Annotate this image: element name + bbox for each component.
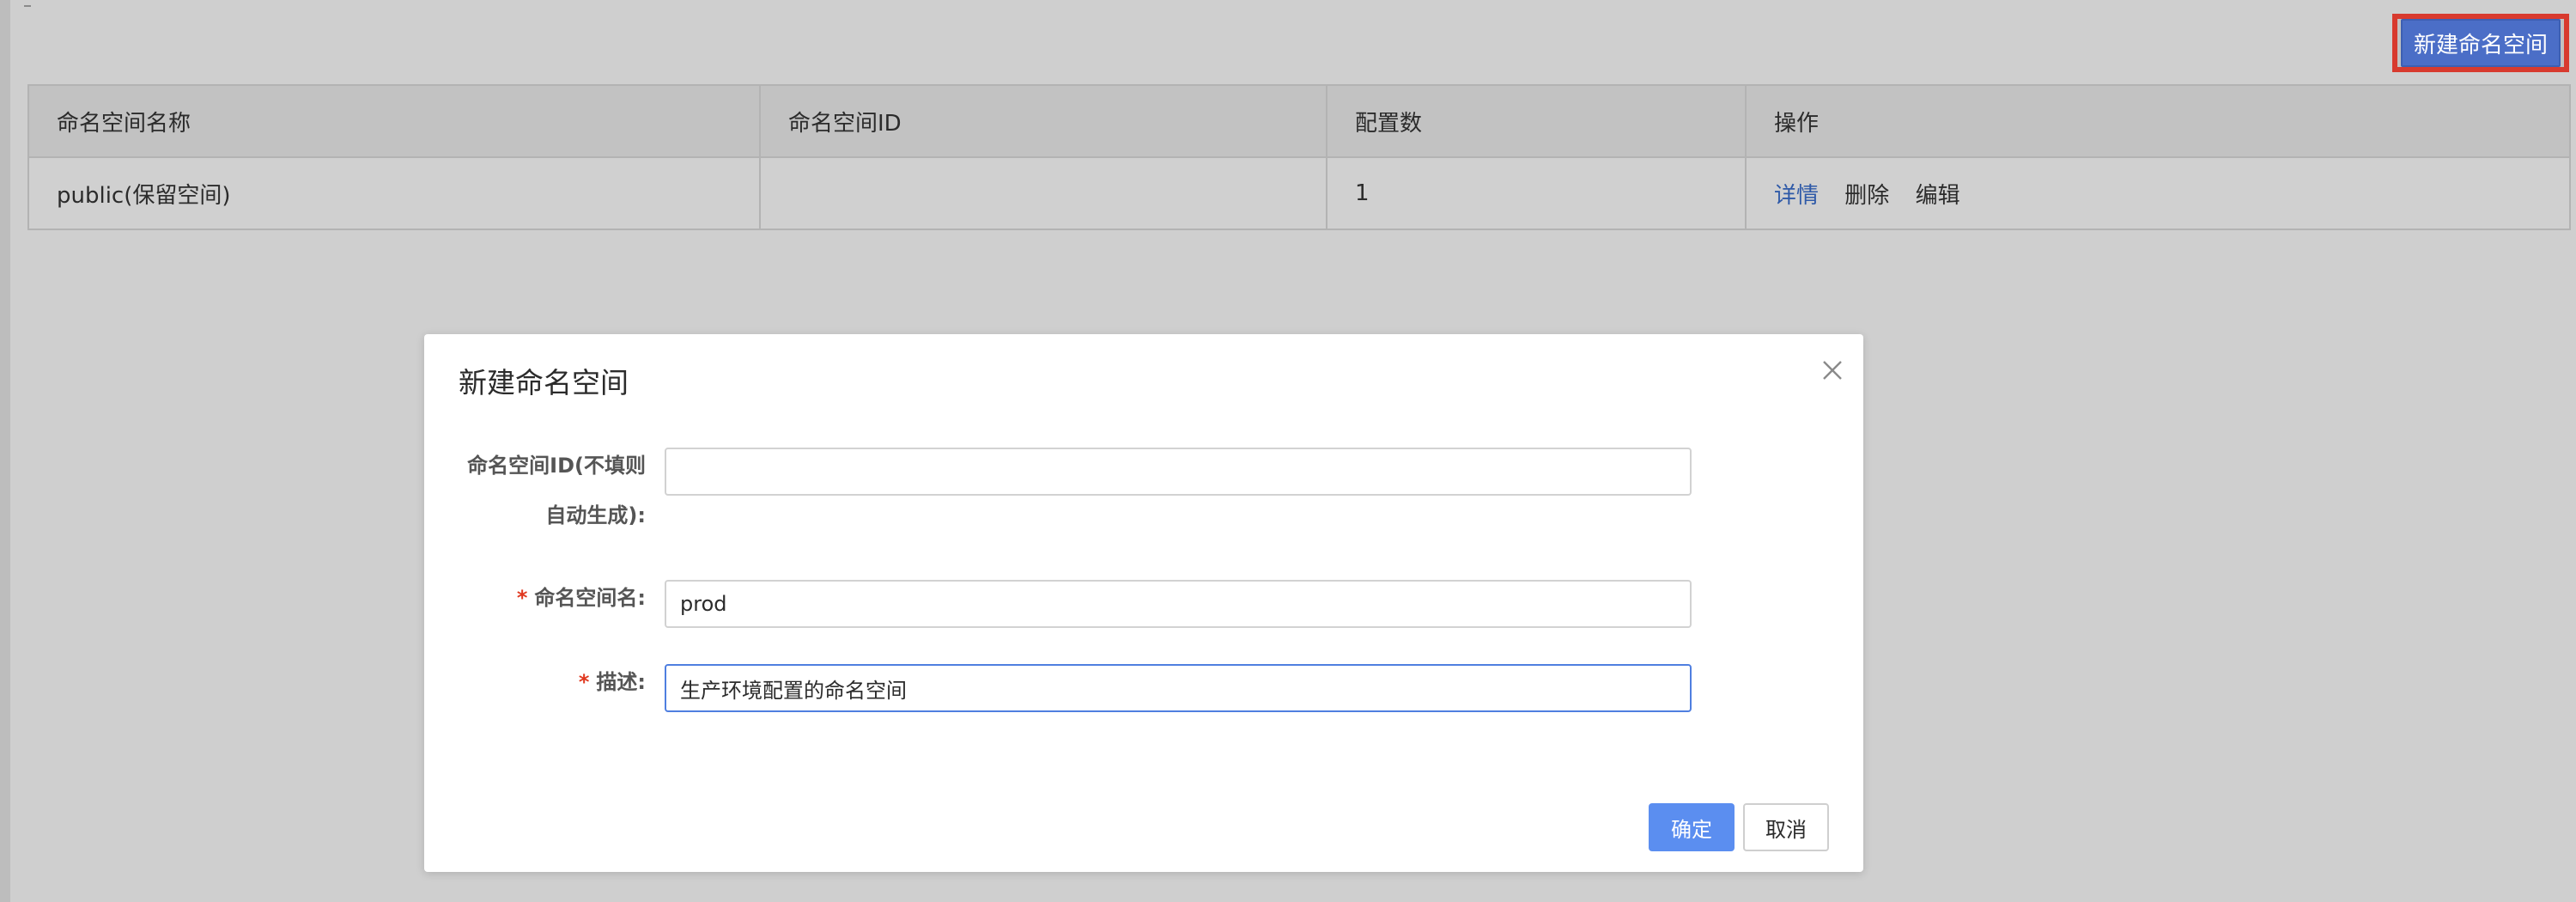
namespace-table: 命名空间名称 命名空间ID 配置数 操作 public(保留空间) 1 详情 删… bbox=[27, 84, 2571, 230]
namespace-id-label-line1: 命名空间ID(不填则 bbox=[467, 454, 646, 478]
edit-link[interactable]: 编辑 bbox=[1916, 183, 1960, 209]
namespace-name-label: * 命名空间名: bbox=[450, 576, 646, 619]
top-edge-mark bbox=[24, 0, 31, 7]
column-header-name: 命名空间名称 bbox=[27, 84, 761, 158]
column-header-config-count: 配置数 bbox=[1326, 84, 1747, 158]
namespace-name-label-text: 命名空间名: bbox=[534, 586, 646, 610]
description-input[interactable] bbox=[665, 664, 1692, 712]
dialog-title: 新建命名空间 bbox=[459, 366, 629, 399]
new-namespace-dialog: 新建命名空间 命名空间ID(不填则 自动生成): *命名空间名: *描述: 确定… bbox=[424, 334, 1863, 872]
column-header-actions: 操作 bbox=[1745, 84, 2571, 158]
description-label-text: 描述: bbox=[596, 670, 646, 694]
cell-config-count: 1 bbox=[1326, 156, 1747, 230]
required-mark: * bbox=[578, 670, 590, 694]
cancel-button[interactable]: 取消 bbox=[1743, 803, 1829, 851]
table-row: public(保留空间) 1 详情 删除 编辑 bbox=[27, 156, 2571, 230]
table-header-row: 命名空间名称 命名空间ID 配置数 操作 bbox=[27, 84, 2571, 158]
detail-link[interactable]: 详情 bbox=[1774, 183, 1819, 209]
confirm-button[interactable]: 确定 bbox=[1649, 803, 1735, 851]
close-icon[interactable] bbox=[1815, 353, 1850, 387]
column-header-id: 命名空间ID bbox=[759, 84, 1327, 158]
description-label: * 描述: bbox=[450, 661, 646, 704]
namespace-id-label: 命名空间ID(不填则 自动生成): bbox=[450, 441, 646, 540]
required-mark: * bbox=[516, 586, 528, 610]
delete-link[interactable]: 删除 bbox=[1844, 183, 1889, 209]
new-namespace-button[interactable]: 新建命名空间 bbox=[2401, 19, 2561, 67]
namespace-name-input[interactable] bbox=[665, 580, 1692, 628]
namespace-id-input[interactable] bbox=[665, 448, 1692, 496]
left-edge-strip bbox=[0, 0, 10, 902]
cell-actions: 详情 删除 编辑 bbox=[1745, 156, 2571, 230]
cell-namespace-id bbox=[759, 156, 1327, 230]
namespace-id-label-line2: 自动生成): bbox=[545, 503, 646, 527]
cell-namespace-name: public(保留空间) bbox=[27, 156, 761, 230]
